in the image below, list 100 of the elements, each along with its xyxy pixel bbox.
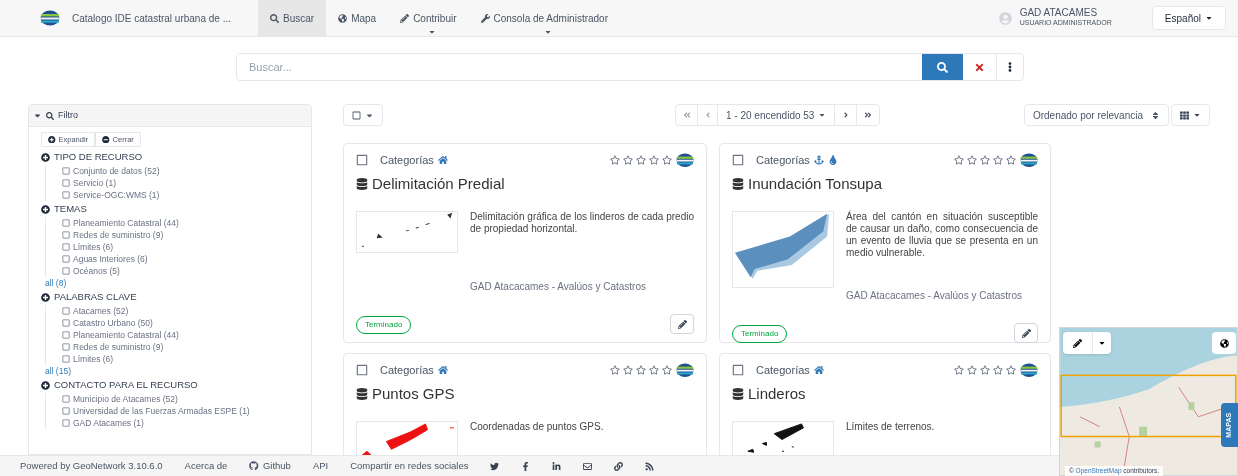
- checkbox-icon[interactable]: [62, 267, 70, 275]
- record-description: Coordenadas de puntos GPS.: [470, 421, 604, 433]
- record-title[interactable]: Delimitación Predial: [372, 172, 505, 195]
- facet-checkbox[interactable]: Atacames (52): [62, 305, 299, 317]
- facet-checkbox[interactable]: Planeamiento Catastral (44): [62, 217, 299, 229]
- star-icon[interactable]: [636, 365, 646, 376]
- checkbox-icon[interactable]: [62, 331, 70, 339]
- star-icon[interactable]: [623, 155, 633, 166]
- facet-checkbox[interactable]: Planeamiento Catastral (44): [62, 329, 299, 341]
- star-icon[interactable]: [967, 365, 977, 376]
- star-icon[interactable]: [1006, 155, 1016, 166]
- search-bar[interactable]: Buscar...: [236, 53, 1024, 81]
- facet-title[interactable]: CONTACTO PARA EL RECURSO: [54, 378, 198, 393]
- facet-checkbox[interactable]: Redes de suministro (9): [62, 229, 299, 241]
- star-icon[interactable]: [610, 155, 620, 166]
- home-icon: [813, 365, 824, 376]
- facet-title[interactable]: TIPO DE RECURSO: [54, 150, 143, 165]
- view-mode-dropdown[interactable]: [1171, 104, 1210, 126]
- rss-icon[interactable]: [645, 461, 655, 471]
- language-dropdown[interactable]: Español: [1151, 6, 1226, 30]
- facet-checkbox[interactable]: Redes de suministro (9): [62, 341, 299, 353]
- email-icon[interactable]: [583, 461, 593, 471]
- linkedin-icon[interactable]: [552, 461, 562, 471]
- edit-button[interactable]: [1014, 323, 1038, 343]
- nav-tab[interactable]: Consola de Administrador: [468, 0, 620, 37]
- nav-tab[interactable]: Contribuir: [388, 0, 469, 37]
- checkbox-icon[interactable]: [62, 255, 70, 263]
- star-icon[interactable]: [954, 365, 964, 376]
- checkbox-icon[interactable]: [62, 407, 70, 415]
- share-label: Compartir en redes sociales: [350, 458, 469, 473]
- star-icon[interactable]: [980, 365, 990, 376]
- search-icon: [46, 111, 54, 120]
- facet-checkbox[interactable]: Catastro Urbano (50): [62, 317, 299, 329]
- filter-toggle[interactable]: Filtro: [33, 108, 78, 123]
- facet-checkbox[interactable]: Aguas Interiores (6): [62, 253, 299, 265]
- star-icon[interactable]: [610, 365, 620, 376]
- checkbox-icon[interactable]: [62, 167, 70, 175]
- facet-checkbox[interactable]: Límites (6): [62, 241, 299, 253]
- footer-link[interactable]: Github: [249, 458, 291, 474]
- record-title[interactable]: Inundación Tonsupa: [748, 172, 882, 195]
- facet-title[interactable]: PALABRAS CLAVE: [54, 290, 137, 305]
- checkbox-icon[interactable]: [62, 219, 70, 227]
- star-icon[interactable]: [980, 155, 990, 166]
- checkbox-icon[interactable]: [732, 154, 744, 167]
- facet-title[interactable]: TEMAS: [54, 202, 87, 217]
- checkbox-icon[interactable]: [62, 179, 70, 187]
- facet-checkbox[interactable]: Océanos (5): [62, 265, 299, 277]
- footer-link[interactable]: Acerca de: [184, 458, 228, 474]
- star-icon[interactable]: [649, 155, 659, 166]
- globe-logo-icon: [1020, 363, 1038, 378]
- star-icon[interactable]: [967, 155, 977, 166]
- record-description: Límites de terrenos.: [846, 421, 935, 433]
- facet-checkbox[interactable]: GAD Atacames (1): [62, 417, 299, 429]
- checkbox-icon[interactable]: [356, 364, 368, 377]
- checkbox-icon[interactable]: [62, 419, 70, 427]
- link-icon[interactable]: [614, 461, 624, 471]
- star-icon[interactable]: [993, 365, 1003, 376]
- nav-tab[interactable]: Mapa: [326, 0, 389, 37]
- checkbox-icon[interactable]: [62, 343, 70, 351]
- checkbox-icon[interactable]: [62, 395, 70, 403]
- user-name[interactable]: GAD ATACAMES: [1019, 8, 1112, 18]
- star-icon[interactable]: [1006, 365, 1016, 376]
- star-icon[interactable]: [623, 365, 633, 376]
- database-icon: [732, 387, 744, 400]
- search-field[interactable]: Buscar...: [237, 54, 922, 80]
- footer-link[interactable]: API: [312, 458, 329, 474]
- twitter-icon[interactable]: [490, 461, 500, 471]
- search-button[interactable]: [922, 54, 963, 80]
- checkbox-icon[interactable]: [62, 243, 70, 251]
- star-icon[interactable]: [662, 365, 672, 376]
- select-all-dropdown[interactable]: [343, 104, 383, 126]
- facet-checkbox[interactable]: Servicio (1): [62, 177, 299, 189]
- show-all-link[interactable]: all (8): [45, 277, 299, 289]
- edit-button[interactable]: [670, 314, 694, 334]
- facet-checkbox[interactable]: Municipio de Atacames (52): [62, 393, 299, 405]
- catalog-title[interactable]: Catalogo IDE catastral urbana de ...: [72, 10, 242, 26]
- checkbox-icon[interactable]: [62, 319, 70, 327]
- show-all-link[interactable]: all (15): [45, 365, 299, 377]
- star-icon[interactable]: [649, 365, 659, 376]
- facet-checkbox[interactable]: Límites (6): [62, 353, 299, 365]
- nav-tab[interactable]: Buscar: [258, 0, 327, 37]
- checkbox-icon[interactable]: [62, 231, 70, 239]
- checkbox-icon[interactable]: [62, 355, 70, 363]
- record-title[interactable]: Puntos GPS: [372, 382, 455, 405]
- checkbox-icon[interactable]: [62, 307, 70, 315]
- record-title[interactable]: Linderos: [748, 382, 806, 405]
- star-icon[interactable]: [954, 155, 964, 166]
- checkbox-icon[interactable]: [356, 154, 368, 167]
- checkbox-icon[interactable]: [732, 364, 744, 377]
- sort-dropdown[interactable]: Ordenado por relevancia: [1023, 104, 1169, 126]
- globe-button[interactable]: [1212, 332, 1236, 354]
- checkbox-icon[interactable]: [62, 191, 70, 199]
- facet-checkbox[interactable]: Conjunto de datos (52): [62, 165, 299, 177]
- star-icon[interactable]: [636, 155, 646, 166]
- facebook-icon[interactable]: [521, 461, 531, 471]
- pencil-icon: [677, 319, 687, 329]
- facet-checkbox[interactable]: Service-OGC:WMS (1): [62, 189, 299, 201]
- star-icon[interactable]: [993, 155, 1003, 166]
- star-icon[interactable]: [662, 155, 672, 166]
- facet-checkbox[interactable]: Universidad de las Fuerzas Armadas ESPE (1): [62, 405, 299, 417]
